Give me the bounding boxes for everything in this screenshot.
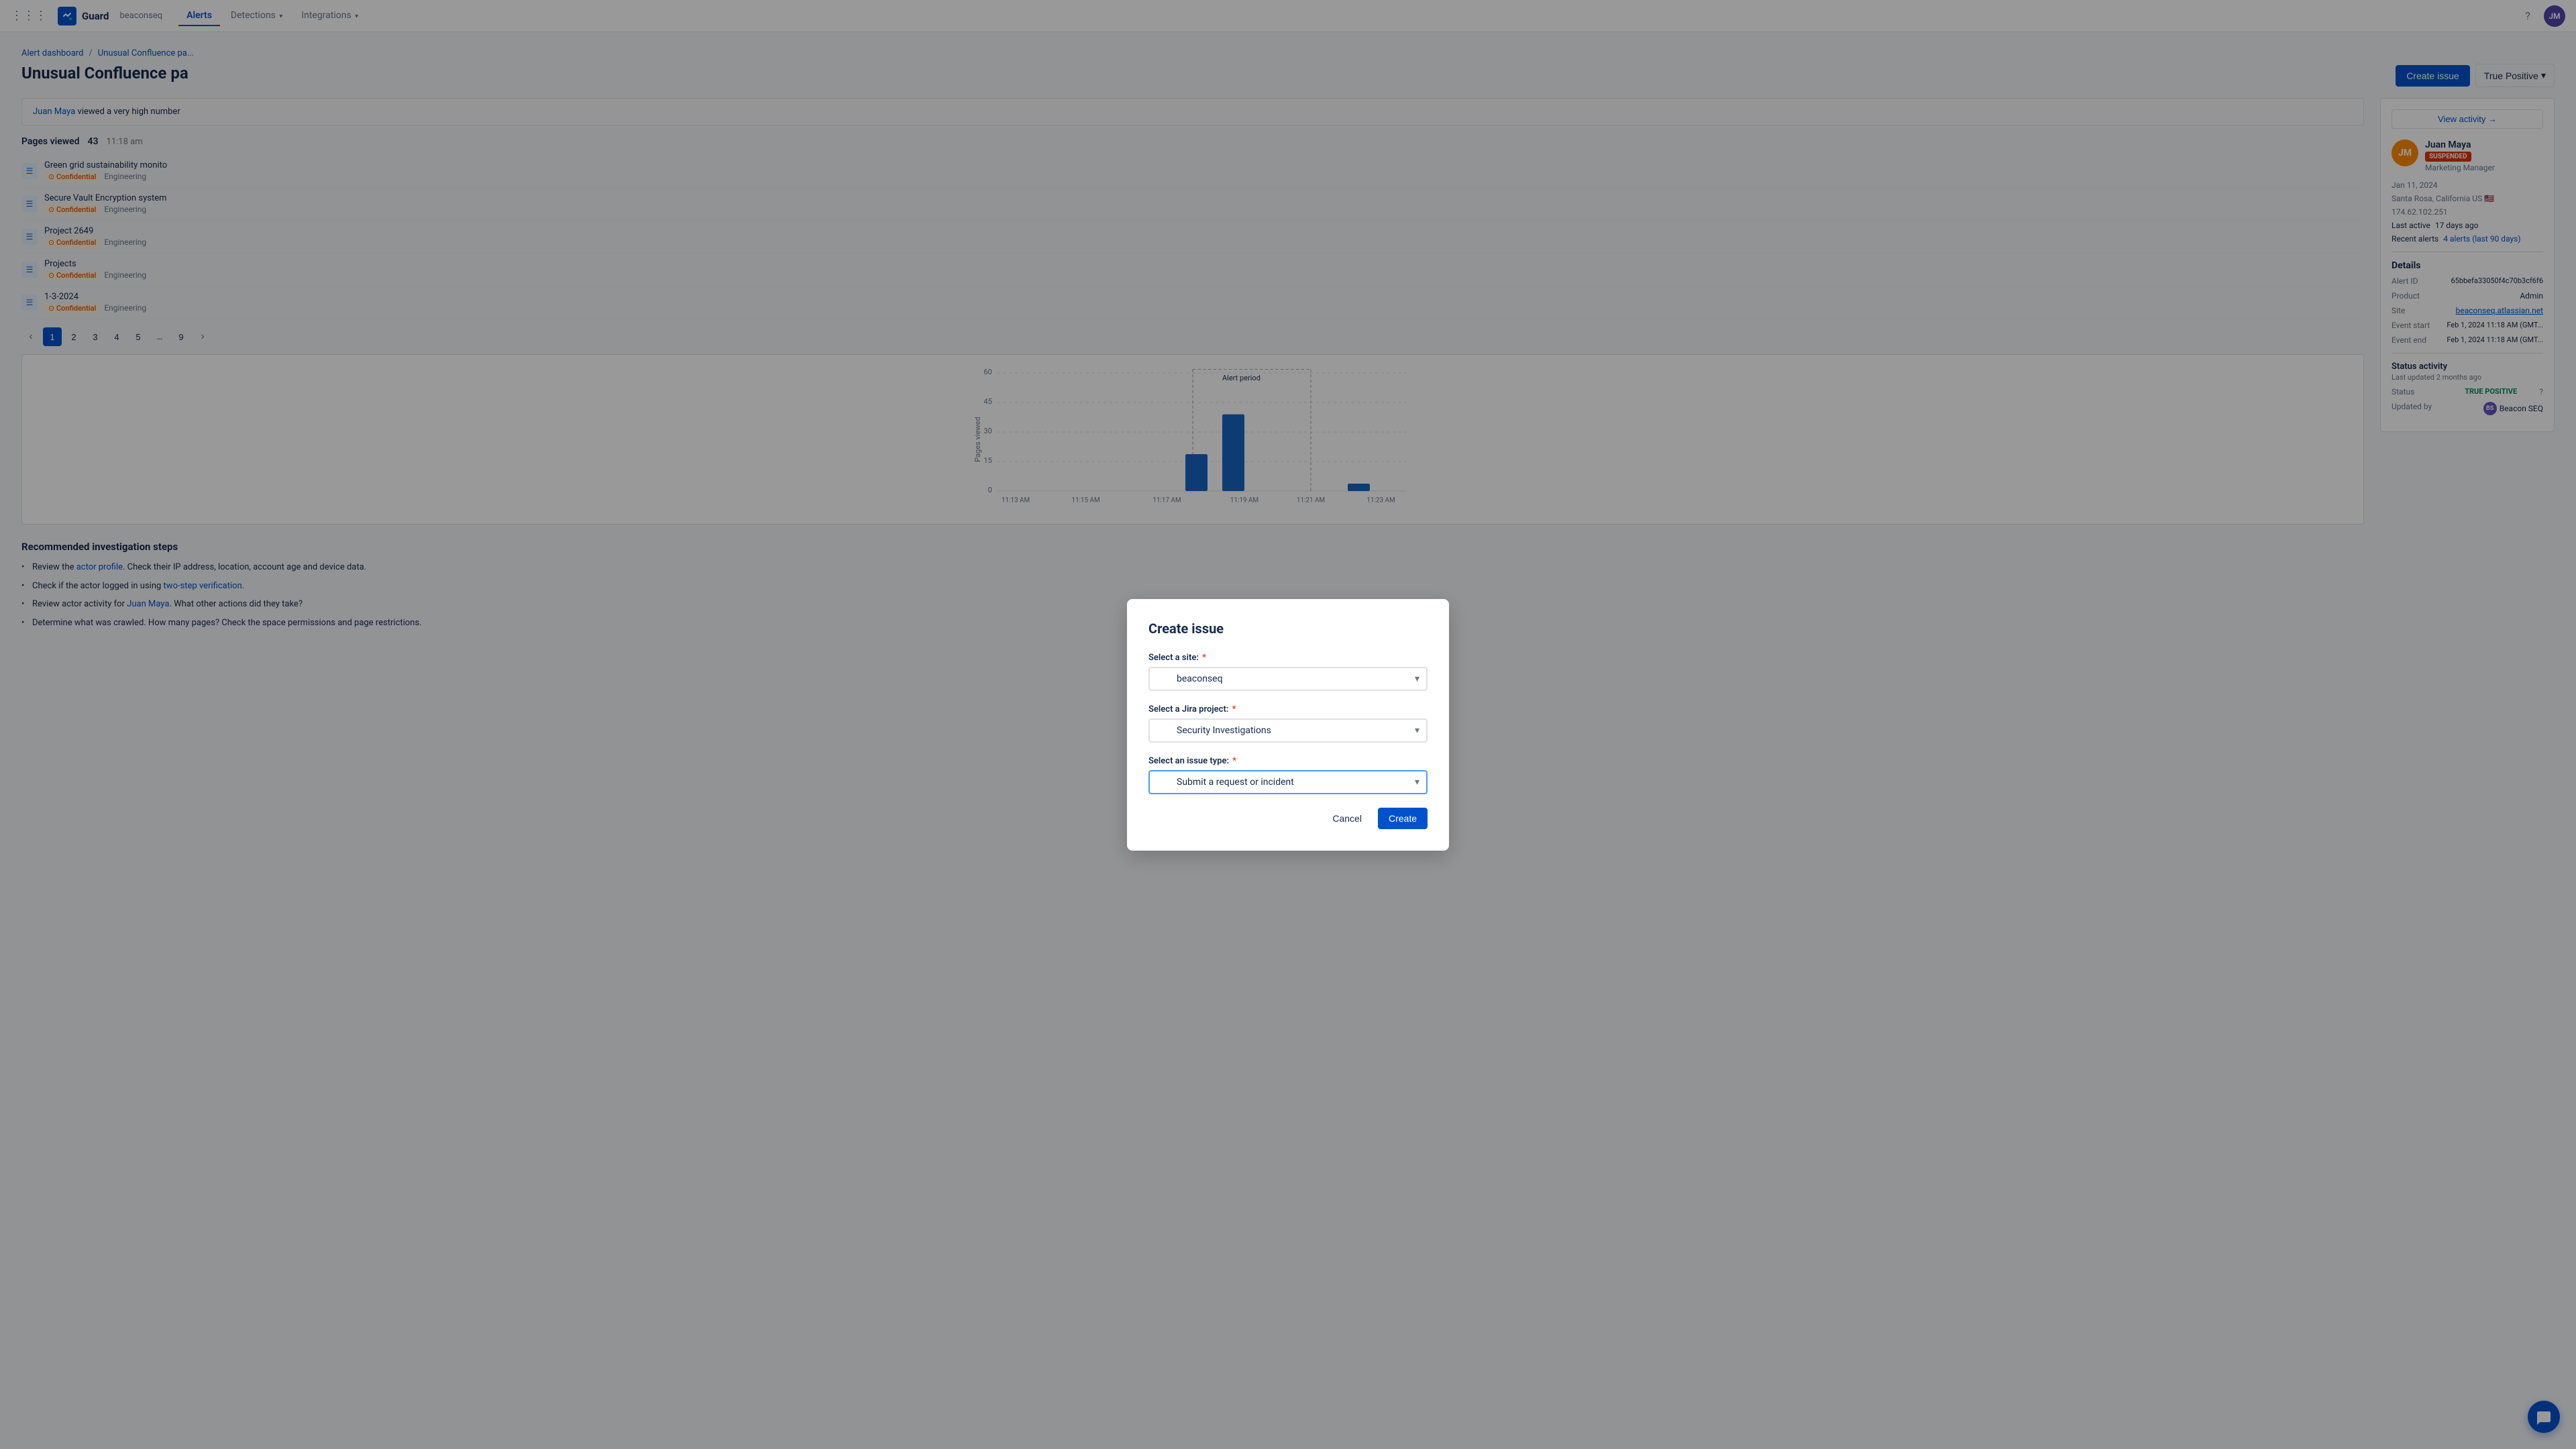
modal-overlay[interactable]: Create issue Select a site: * beacons [0, 0, 2576, 1449]
project-select-display[interactable]: Security Investigations ▾ [1148, 718, 1428, 743]
site-form-group: Select a site: * beaconseq ▾ [1148, 653, 1428, 691]
site-label: Select a site: * [1148, 653, 1428, 663]
project-select-wrapper: Security Investigations ▾ [1148, 718, 1428, 743]
project-label: Select a Jira project: * [1148, 704, 1428, 714]
create-button[interactable]: Create [1378, 808, 1428, 829]
site-select-value: beaconseq [1177, 674, 1402, 684]
site-select-display[interactable]: beaconseq ▾ [1148, 667, 1428, 691]
issue-type-label: Select an issue type: * [1148, 756, 1428, 766]
issue-type-select-value: Submit a request or incident [1177, 777, 1402, 788]
chevron-down-icon: ▾ [1415, 777, 1419, 788]
modal-actions: Cancel Create [1148, 808, 1428, 829]
site-required: * [1202, 653, 1206, 663]
chevron-down-icon: ▾ [1415, 674, 1419, 684]
issue-type-form-group: Select an issue type: * Submit a request… [1148, 756, 1428, 794]
project-form-group: Select a Jira project: * Security Invest… [1148, 704, 1428, 743]
project-select-value: Security Investigations [1177, 725, 1402, 736]
issue-type-required: * [1232, 756, 1236, 766]
cancel-button[interactable]: Cancel [1322, 808, 1373, 829]
modal-title: Create issue [1148, 621, 1428, 637]
project-required: * [1232, 704, 1236, 714]
chevron-down-icon: ▾ [1415, 725, 1419, 736]
issue-type-select-wrapper: Submit a request or incident ▾ [1148, 770, 1428, 794]
issue-type-select-display[interactable]: Submit a request or incident ▾ [1148, 770, 1428, 794]
site-select-wrapper: beaconseq ▾ [1148, 667, 1428, 691]
create-issue-modal: Create issue Select a site: * beacons [1127, 599, 1449, 851]
